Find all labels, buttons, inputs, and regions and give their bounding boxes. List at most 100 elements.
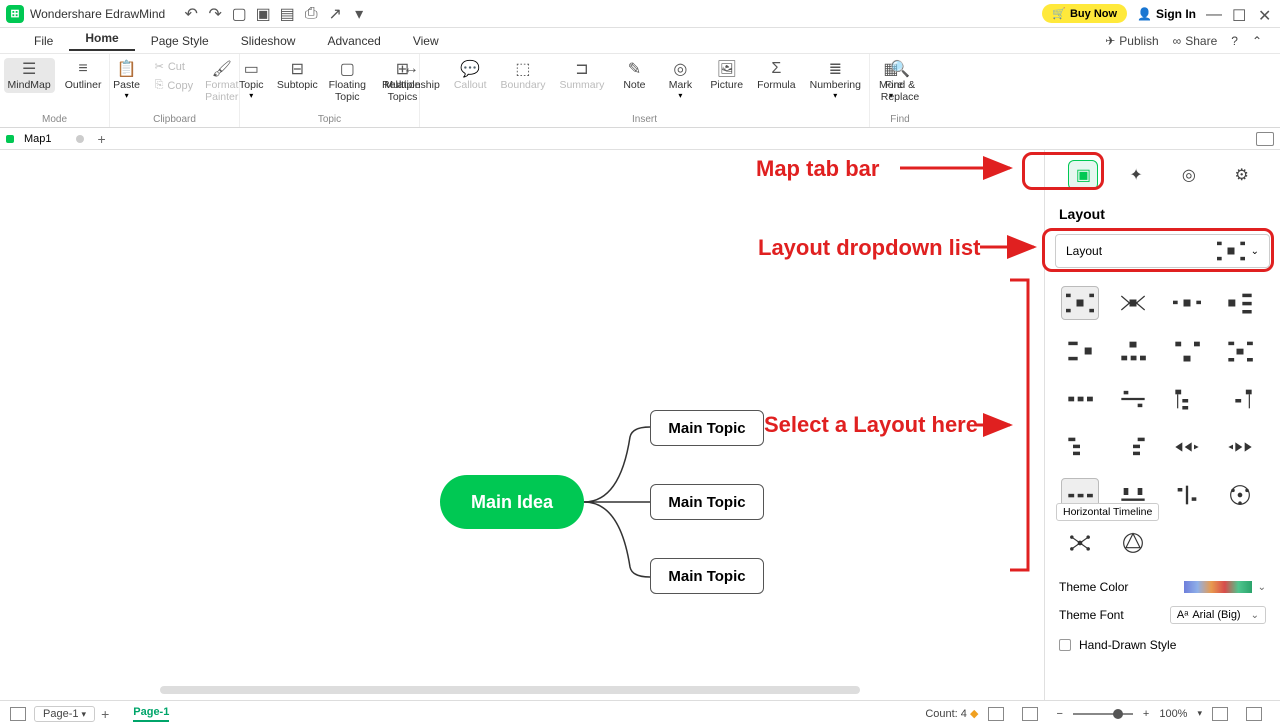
theme-font-select[interactable]: Aᵃ Arial (Big)⌄ bbox=[1170, 606, 1266, 624]
layout-opt-1[interactable] bbox=[1061, 286, 1099, 320]
topic-icon: ▭ bbox=[241, 60, 261, 78]
layout-opt-15[interactable] bbox=[1168, 430, 1206, 464]
close-icon[interactable]: ✕ bbox=[1258, 6, 1274, 22]
copy-button[interactable]: ⎘ Copy bbox=[153, 77, 196, 94]
layout-opt-4[interactable] bbox=[1221, 286, 1259, 320]
buy-label: Buy Now bbox=[1070, 8, 1117, 20]
layout-opt-8[interactable] bbox=[1221, 334, 1259, 368]
view-mode-1-icon[interactable] bbox=[988, 707, 1004, 721]
sign-in-button[interactable]: 👤 Sign In bbox=[1137, 7, 1196, 21]
add-page-button[interactable]: + bbox=[101, 706, 109, 722]
layout-opt-16[interactable] bbox=[1221, 430, 1259, 464]
layout-opt-22[interactable] bbox=[1114, 526, 1152, 560]
numbering-button[interactable]: ≣Numbering▾ bbox=[806, 58, 865, 102]
menu-home[interactable]: Home bbox=[69, 31, 134, 51]
doc-tab-name[interactable]: Map1 bbox=[18, 133, 58, 145]
tab-indicator-icon bbox=[6, 135, 14, 143]
panel-tab-settings[interactable]: ⚙ bbox=[1227, 160, 1257, 190]
picture-button[interactable]: 🖼Picture bbox=[706, 58, 747, 102]
redo-icon[interactable]: ↷ bbox=[207, 6, 223, 22]
hand-drawn-checkbox[interactable] bbox=[1059, 639, 1071, 651]
outline-view-icon[interactable] bbox=[10, 707, 26, 721]
subtopic-button[interactable]: ⊟Subtopic bbox=[277, 58, 317, 105]
zoom-slider[interactable] bbox=[1073, 713, 1133, 715]
callout-button[interactable]: 💬Callout bbox=[450, 58, 491, 102]
theme-font-label: Theme Font bbox=[1059, 608, 1124, 622]
layout-opt-10[interactable] bbox=[1114, 382, 1152, 416]
collapse-ribbon-icon[interactable]: ⌃ bbox=[1252, 34, 1262, 48]
mark-button[interactable]: ◎Mark▾ bbox=[660, 58, 700, 102]
layout-opt-6[interactable] bbox=[1114, 334, 1152, 368]
floating-topic-button[interactable]: ▢Floating Topic bbox=[323, 58, 371, 105]
page-tab[interactable]: Page-1 bbox=[133, 706, 169, 722]
zoom-in-button[interactable]: + bbox=[1143, 708, 1149, 720]
find-replace-button[interactable]: 🔍Find & Replace bbox=[876, 58, 924, 105]
new-icon[interactable]: ▢ bbox=[231, 6, 247, 22]
fullscreen-icon[interactable] bbox=[1246, 707, 1262, 721]
qat-more-icon[interactable]: ▾ bbox=[351, 6, 367, 22]
boundary-button[interactable]: ⬚Boundary bbox=[497, 58, 550, 102]
app-title: Wondershare EdrawMind bbox=[30, 7, 165, 21]
layout-opt-13[interactable] bbox=[1061, 430, 1099, 464]
tab-modified-icon bbox=[76, 135, 84, 143]
page-selector[interactable]: Page-1 ▾ bbox=[34, 706, 95, 722]
save-icon[interactable]: ▤ bbox=[279, 6, 295, 22]
mindmap-mode-button[interactable]: ☰MindMap bbox=[4, 58, 55, 93]
topic-button[interactable]: ▭Topic▾ bbox=[231, 58, 271, 105]
panel-tab-style[interactable]: ✦ bbox=[1121, 160, 1151, 190]
theme-font-row[interactable]: Theme Font Aᵃ Arial (Big)⌄ bbox=[1045, 600, 1280, 630]
zoom-out-button[interactable]: − bbox=[1056, 708, 1062, 720]
view-mode-2-icon[interactable] bbox=[1022, 707, 1038, 721]
layout-opt-3[interactable] bbox=[1168, 286, 1206, 320]
layout-opt-19[interactable] bbox=[1168, 478, 1206, 512]
layout-opt-7[interactable] bbox=[1168, 334, 1206, 368]
relationship-button[interactable]: ↔Relationship bbox=[378, 58, 444, 102]
outliner-mode-button[interactable]: ≡Outliner bbox=[61, 58, 106, 93]
layout-opt-17[interactable]: Horizontal Timeline bbox=[1061, 478, 1099, 512]
layout-grid: Horizontal Timeline bbox=[1045, 272, 1280, 574]
menu-page-style[interactable]: Page Style bbox=[135, 34, 225, 48]
publish-button[interactable]: ✈ Publish bbox=[1105, 34, 1158, 48]
mark-icon: ◎ bbox=[670, 60, 690, 78]
layout-opt-2[interactable] bbox=[1114, 286, 1152, 320]
print-icon[interactable]: ⎙ bbox=[303, 6, 319, 22]
undo-icon[interactable]: ↶ bbox=[183, 6, 199, 22]
layout-opt-5[interactable] bbox=[1061, 334, 1099, 368]
layout-opt-12[interactable] bbox=[1221, 382, 1259, 416]
canvas[interactable]: Main Idea Main Topic Main Topic Main Top… bbox=[0, 150, 1044, 700]
panel-toggle-icon[interactable] bbox=[1256, 132, 1274, 146]
menu-slideshow[interactable]: Slideshow bbox=[225, 34, 312, 48]
new-tab-button[interactable]: + bbox=[94, 131, 110, 147]
maximize-icon[interactable]: ☐ bbox=[1232, 6, 1248, 22]
layout-opt-20[interactable] bbox=[1221, 478, 1259, 512]
layout-opt-11[interactable] bbox=[1168, 382, 1206, 416]
hand-drawn-label: Hand-Drawn Style bbox=[1079, 638, 1176, 652]
buy-now-button[interactable]: 🛒 Buy Now bbox=[1042, 4, 1127, 23]
panel-tab-theme[interactable]: ◎ bbox=[1174, 160, 1204, 190]
paste-button[interactable]: 📋Paste▾ bbox=[107, 58, 147, 105]
minimize-icon[interactable]: — bbox=[1206, 6, 1222, 22]
layout-opt-21[interactable] bbox=[1061, 526, 1099, 560]
theme-color-row[interactable]: Theme Color ⌄ bbox=[1045, 574, 1280, 600]
chevron-down-icon: ⌄ bbox=[1251, 610, 1259, 621]
formula-button[interactable]: ΣFormula bbox=[753, 58, 800, 102]
layout-opt-14[interactable] bbox=[1114, 430, 1152, 464]
zoom-value: 100% bbox=[1159, 708, 1187, 720]
help-icon[interactable]: ? bbox=[1231, 34, 1238, 48]
share-button[interactable]: ∞ Share bbox=[1173, 34, 1218, 48]
count-label: Count: 4 ◆ bbox=[925, 707, 978, 720]
group-insert-label: Insert bbox=[632, 114, 657, 125]
note-button[interactable]: ✎Note bbox=[614, 58, 654, 102]
group-clipboard-label: Clipboard bbox=[153, 114, 196, 125]
menu-view[interactable]: View bbox=[397, 34, 455, 48]
export-icon[interactable]: ↗ bbox=[327, 6, 343, 22]
open-icon[interactable]: ▣ bbox=[255, 6, 271, 22]
fit-screen-icon[interactable] bbox=[1212, 707, 1228, 721]
summary-button[interactable]: ⊐Summary bbox=[555, 58, 608, 102]
horizontal-scrollbar[interactable] bbox=[160, 686, 860, 694]
layout-opt-9[interactable] bbox=[1061, 382, 1099, 416]
menu-file[interactable]: File bbox=[18, 34, 69, 48]
cut-button[interactable]: ✂ Cut bbox=[153, 58, 196, 75]
menu-advanced[interactable]: Advanced bbox=[311, 34, 396, 48]
panel-title: Layout bbox=[1045, 202, 1280, 230]
